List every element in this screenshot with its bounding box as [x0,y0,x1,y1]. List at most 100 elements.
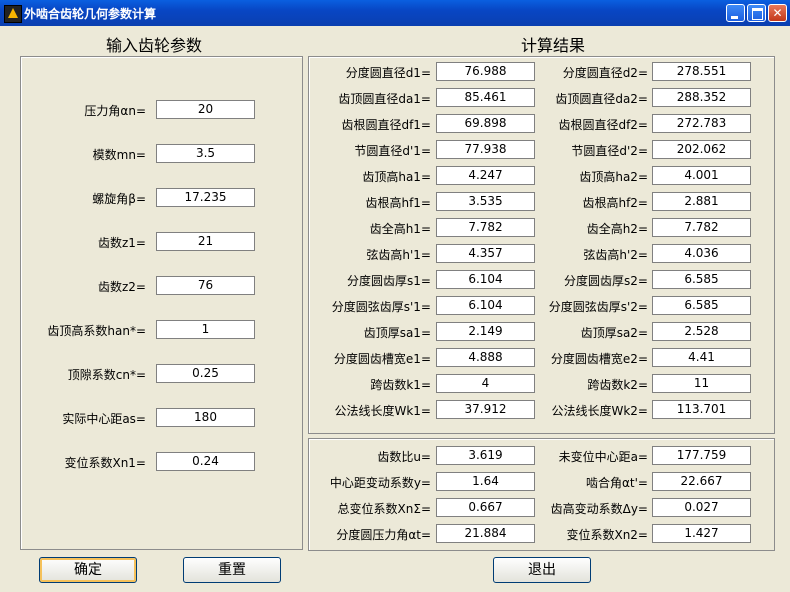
extra-result-value-right[interactable]: 177.759 [652,446,751,465]
result-label-right: 分度圆弦齿厚s'2= [548,300,648,314]
result-label-right: 齿顶厚sa2= [580,326,648,340]
result-label-right: 齿根高hf2= [582,196,648,210]
result-value-right[interactable]: 278.551 [652,62,751,81]
extra-result-label-left: 总变位系数XnΣ= [337,502,431,516]
maximize-icon [752,8,763,20]
result-value-right[interactable]: 11 [652,374,751,393]
result-value-left[interactable]: 69.898 [436,114,535,133]
result-value-left[interactable]: 4.888 [436,348,535,367]
result-label-right: 节圆直径d'2= [571,144,648,158]
result-value-right[interactable]: 6.585 [652,270,751,289]
maximize-button[interactable] [747,4,766,22]
extra-result-label-left: 分度圆压力角αt= [336,528,431,542]
result-value-left[interactable]: 76.988 [436,62,535,81]
extra-result-value-right[interactable]: 1.427 [652,524,751,543]
extra-result-value-left[interactable]: 0.667 [436,498,535,517]
result-label-left: 分度圆齿槽宽e1= [333,352,431,366]
input-label: 实际中心距as= [62,412,146,426]
result-label-right: 齿根圆直径df2= [558,118,648,132]
result-value-left[interactable]: 2.149 [436,322,535,341]
reset-button[interactable]: 重置 [183,557,281,583]
input-label: 变位系数Xn1= [64,456,146,470]
result-label-right: 齿顶圆直径da2= [555,92,648,106]
result-label-left: 公法线长度Wk1= [334,404,431,418]
extra-result-value-right[interactable]: 0.027 [652,498,751,517]
extra-result-label-right: 未变位中心距a= [558,450,648,464]
result-label-left: 齿根圆直径df1= [341,118,431,132]
extra-result-label-right: 啮合角αt'= [586,476,648,490]
minimize-button[interactable] [726,4,745,22]
extra-result-label-right: 变位系数Xn2= [566,528,648,542]
input-field[interactable]: 21 [156,232,255,251]
extra-result-label-left: 齿数比u= [377,450,431,464]
result-value-left[interactable]: 85.461 [436,88,535,107]
result-label-right: 公法线长度Wk2= [551,404,648,418]
result-value-left[interactable]: 4.357 [436,244,535,263]
result-label-left: 齿顶高ha1= [362,170,431,184]
extra-result-value-right[interactable]: 22.667 [652,472,751,491]
result-label-right: 齿全高h2= [586,222,648,236]
result-value-left[interactable]: 3.535 [436,192,535,211]
input-label: 模数mn= [92,148,146,162]
input-heading: 输入齿轮参数 [106,36,203,55]
result-value-right[interactable]: 4.41 [652,348,751,367]
result-label-right: 分度圆直径d2= [562,66,648,80]
result-value-left[interactable]: 6.104 [436,270,535,289]
result-value-left[interactable]: 77.938 [436,140,535,159]
result-value-right[interactable]: 4.036 [652,244,751,263]
extra-result-value-left[interactable]: 1.64 [436,472,535,491]
extra-result-value-left[interactable]: 21.884 [436,524,535,543]
result-value-left[interactable]: 7.782 [436,218,535,237]
result-value-right[interactable]: 7.782 [652,218,751,237]
result-label-right: 弦齿高h'2= [583,248,648,262]
result-label-right: 跨齿数k2= [587,378,648,392]
input-label: 顶隙系数cn*= [67,368,146,382]
input-label: 齿数z2= [98,280,146,294]
result-value-right[interactable]: 2.881 [652,192,751,211]
result-value-left[interactable]: 37.912 [436,400,535,419]
input-field[interactable]: 1 [156,320,255,339]
result-label-left: 弦齿高h'1= [366,248,431,262]
result-value-right[interactable]: 6.585 [652,296,751,315]
result-value-right[interactable]: 288.352 [652,88,751,107]
title-bar[interactable]: 外啮合齿轮几何参数计算 ✕ [0,0,790,26]
results-heading: 计算结果 [521,36,586,55]
input-field[interactable]: 180 [156,408,255,427]
result-label-right: 分度圆齿槽宽e2= [550,352,648,366]
result-value-right[interactable]: 202.062 [652,140,751,159]
input-field[interactable]: 17.235 [156,188,255,207]
exit-button[interactable]: 退出 [493,557,591,583]
close-icon: ✕ [772,6,783,20]
input-label: 齿顶高系数han*= [47,324,146,338]
input-field[interactable]: 0.24 [156,452,255,471]
result-label-left: 齿根高hf1= [365,196,431,210]
result-value-left[interactable]: 6.104 [436,296,535,315]
window-title: 外啮合齿轮几何参数计算 [24,7,157,21]
result-value-right[interactable]: 113.701 [652,400,751,419]
result-value-right[interactable]: 272.783 [652,114,751,133]
input-field[interactable]: 20 [156,100,255,119]
result-label-left: 分度圆直径d1= [345,66,431,80]
main-window: 外啮合齿轮几何参数计算 ✕ 输入齿轮参数 计算结果 压力角αn= 20 模数mn= 3… [0,0,790,592]
result-label-left: 齿全高h1= [369,222,431,236]
extra-result-label-right: 齿高变动系数Δy= [550,502,648,516]
input-label: 压力角αn= [84,104,146,118]
result-label-right: 分度圆齿厚s2= [564,274,648,288]
input-field[interactable]: 0.25 [156,364,255,383]
result-label-right: 齿顶高ha2= [579,170,648,184]
app-icon [4,5,22,23]
input-panel [20,56,303,550]
close-button[interactable]: ✕ [768,4,787,22]
input-field[interactable]: 76 [156,276,255,295]
input-field[interactable]: 3.5 [156,144,255,163]
minimize-icon [731,16,738,19]
input-label: 螺旋角β= [92,192,146,206]
confirm-button[interactable]: 确定 [39,557,137,583]
result-label-left: 分度圆弦齿厚s'1= [331,300,431,314]
result-value-left[interactable]: 4 [436,374,535,393]
result-label-left: 齿顶厚sa1= [363,326,431,340]
result-value-right[interactable]: 2.528 [652,322,751,341]
extra-result-value-left[interactable]: 3.619 [436,446,535,465]
result-value-left[interactable]: 4.247 [436,166,535,185]
result-value-right[interactable]: 4.001 [652,166,751,185]
